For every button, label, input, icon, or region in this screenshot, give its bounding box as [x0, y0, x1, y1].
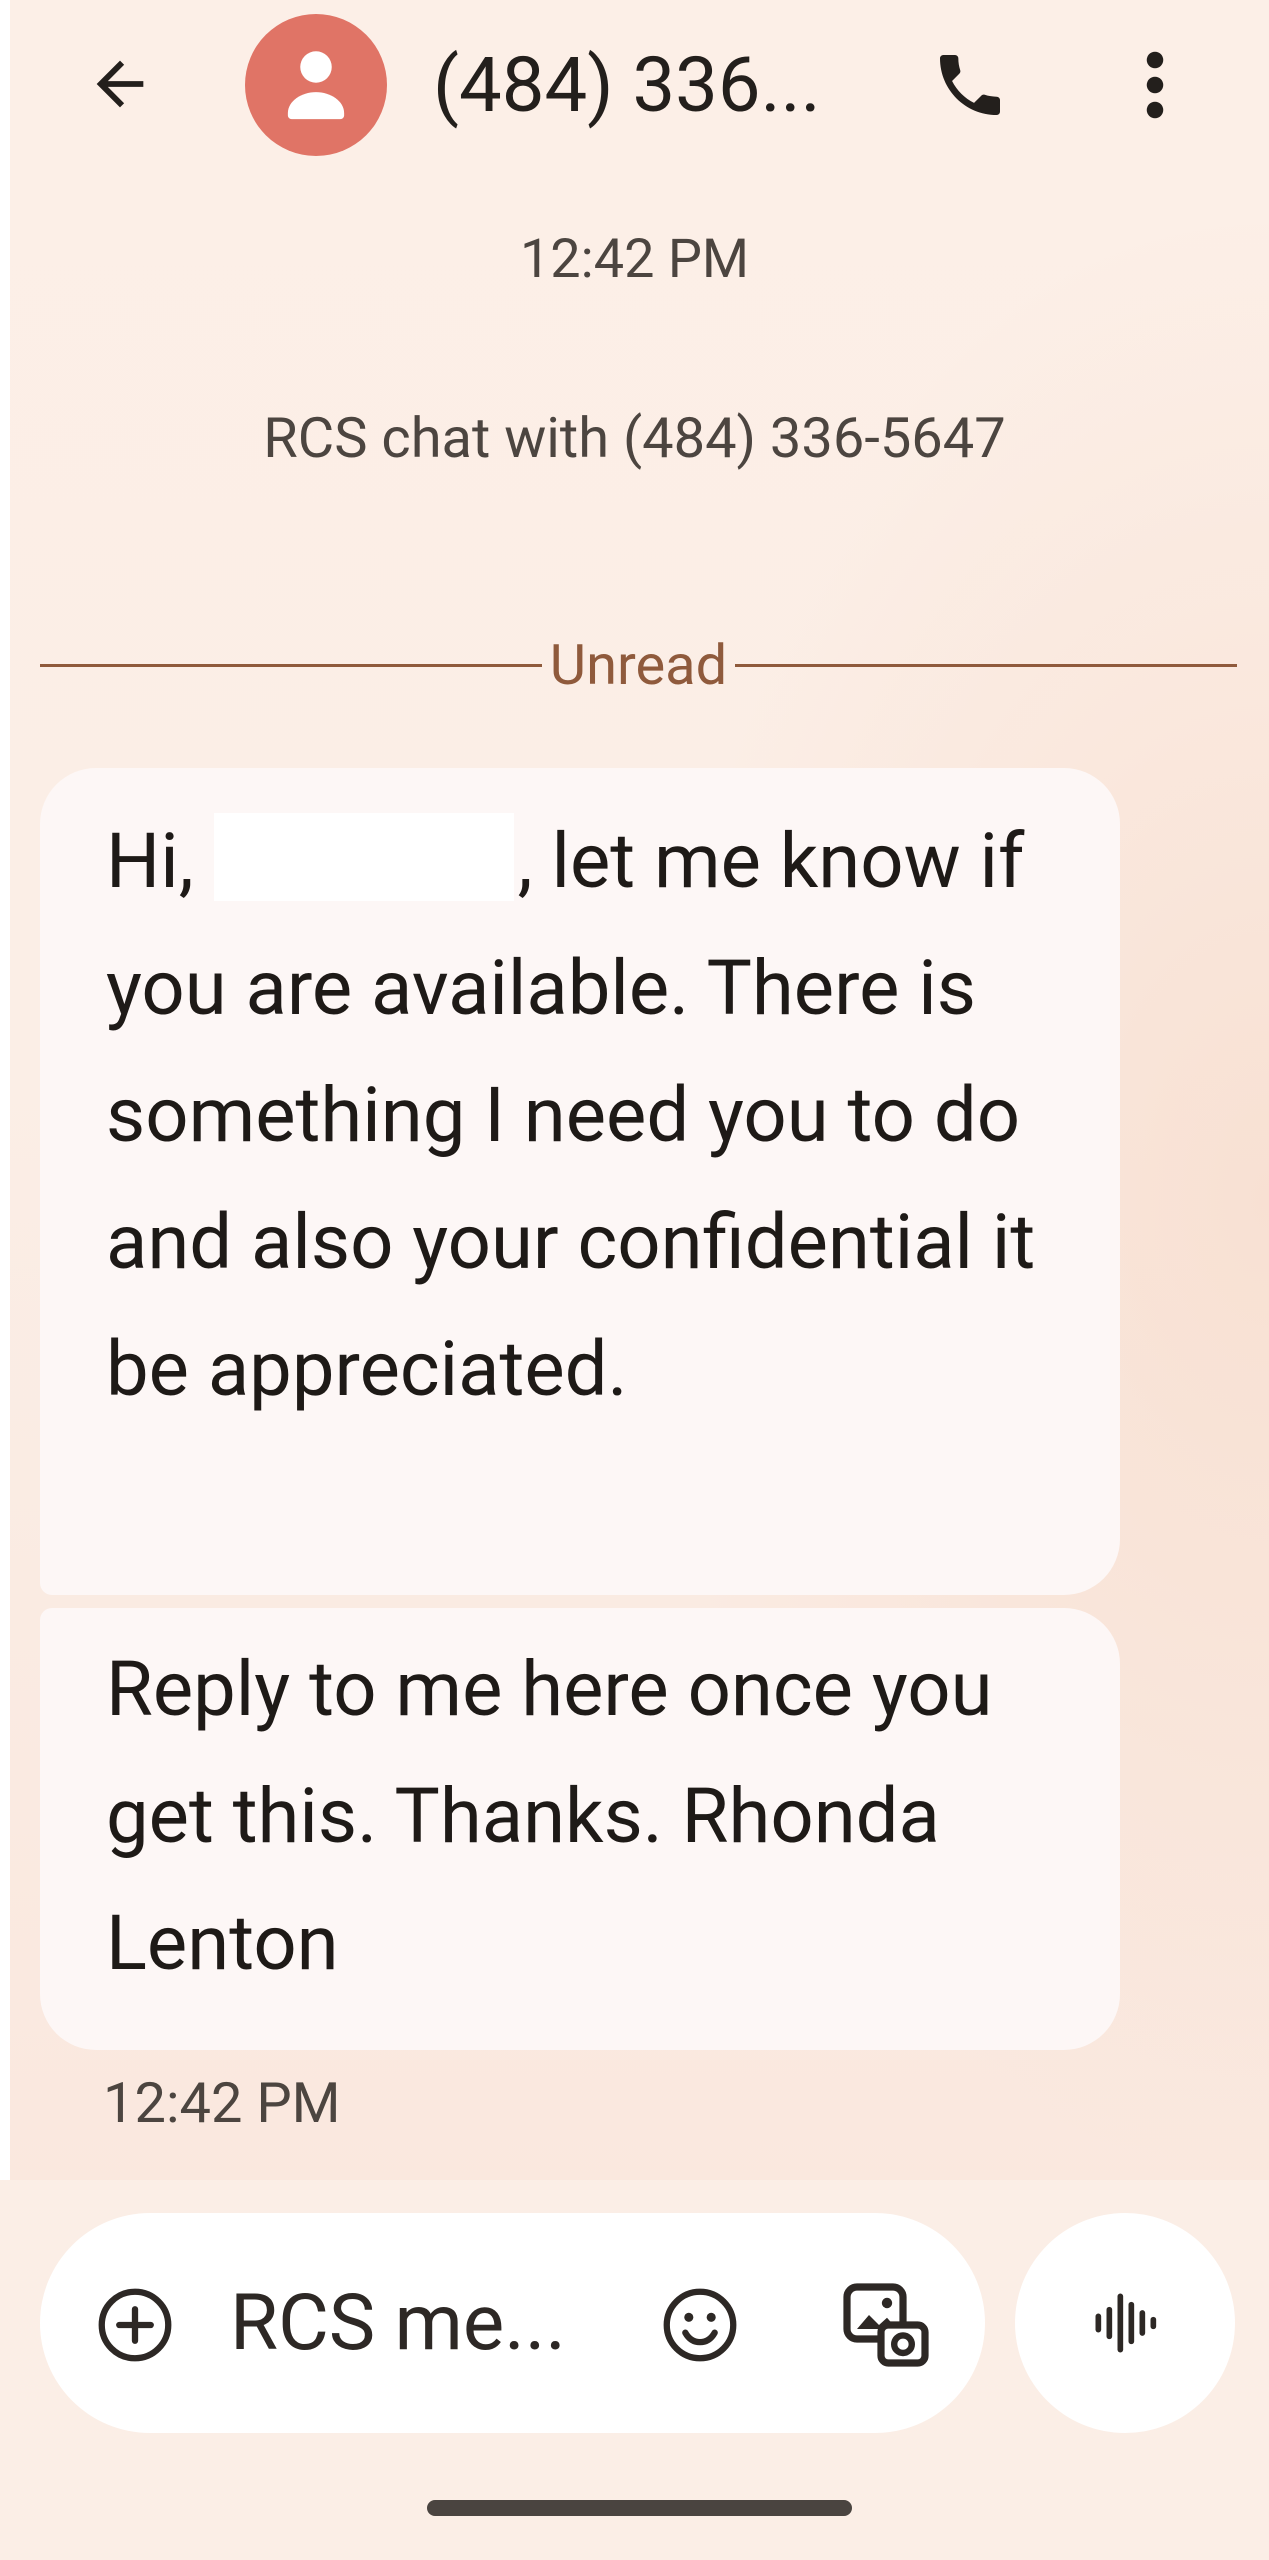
- emoji-button[interactable]: [655, 2280, 745, 2370]
- conversation-header: (484) 336...: [0, 0, 1269, 170]
- redacted-name: [213, 813, 514, 901]
- message-bubble[interactable]: Reply to me here once you get this. Than…: [40, 1608, 1120, 2050]
- more-options-button[interactable]: [1115, 40, 1195, 130]
- message-text: Reply to me here once you get this. Than…: [106, 1644, 993, 1988]
- call-button[interactable]: [925, 40, 1015, 130]
- gallery-icon: [843, 2283, 929, 2367]
- unread-label: Unread: [549, 632, 728, 698]
- contact-title[interactable]: (484) 336...: [433, 30, 821, 140]
- emoji-icon: [663, 2288, 737, 2362]
- add-attachment-button[interactable]: [90, 2280, 180, 2370]
- arrow-left-icon: [96, 60, 144, 108]
- unread-divider: Unread: [40, 625, 1237, 705]
- message-input[interactable]: [230, 2268, 610, 2378]
- screen-edge: [0, 0, 10, 2180]
- conversation-timestamp: 12:42 PM: [519, 228, 750, 291]
- voice-waveform-icon: [1095, 2293, 1157, 2353]
- person-icon: [287, 51, 345, 120]
- gallery-button[interactable]: [835, 2275, 935, 2375]
- back-button[interactable]: [80, 44, 160, 124]
- divider-line-left: [40, 663, 542, 667]
- message-timestamp: 12:42 PM: [103, 2070, 341, 2136]
- contact-avatar[interactable]: [245, 14, 387, 156]
- message-text: , let me know if you are available. Ther…: [106, 816, 1036, 1414]
- voice-message-button[interactable]: [1015, 2213, 1235, 2433]
- message-greeting: Hi,: [106, 816, 194, 906]
- add-circle-icon: [98, 2288, 172, 2362]
- divider-line-right: [735, 663, 1237, 667]
- phone-icon: [940, 55, 1000, 115]
- rcs-chat-notice: RCS chat with (484) 336-5647: [263, 405, 1006, 471]
- message-bubble[interactable]: Hi,, let me know if you are available. T…: [40, 768, 1120, 1595]
- home-indicator[interactable]: [427, 2500, 852, 2516]
- more-vertical-icon: [1146, 51, 1164, 119]
